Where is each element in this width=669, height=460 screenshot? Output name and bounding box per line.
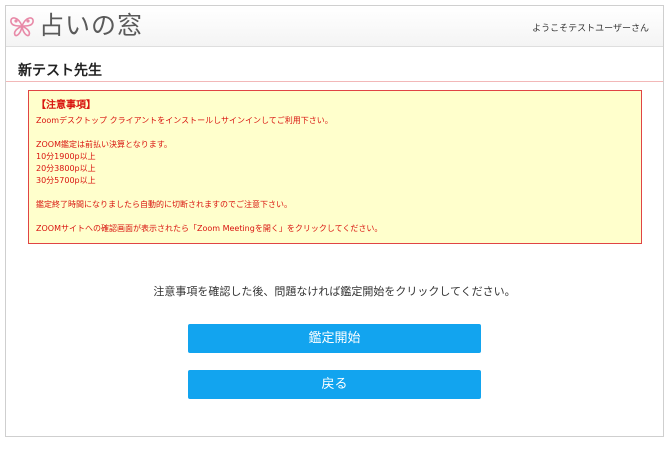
title-divider <box>6 81 663 82</box>
notice-line: 鑑定終了時間になりましたら自動的に切断されますのでご注意下さい。 <box>36 200 292 209</box>
back-button[interactable]: 戻る <box>188 370 481 399</box>
butterfly-icon <box>9 14 35 38</box>
welcome-message: ようこそテストユーザーさん <box>532 24 649 34</box>
notice-line: 30分5700p以上 <box>36 176 96 185</box>
notice-line: Zoomデスクトップ クライアントをインストールしサインインしてご利用下さい。 <box>36 116 333 125</box>
logo-text: 占いの窓 <box>39 11 144 40</box>
notice-line: 20分3800p以上 <box>36 164 96 173</box>
notice-line: ZOOMサイトへの確認画面が表示されたら「Zoom Meetingを開く」をクリ… <box>36 224 383 233</box>
notice-line <box>36 211 641 223</box>
instruction-text: 注意事項を確認した後、問題なければ鑑定開始をクリックしてください。 <box>153 285 516 298</box>
start-reading-button[interactable]: 鑑定開始 <box>188 324 481 353</box>
site-logo[interactable]: 占いの窓 <box>9 11 143 41</box>
site-header: 占いの窓 ようこそテストユーザーさん <box>6 6 663 47</box>
page-title: 新テスト先生 <box>18 63 102 79</box>
page-frame: 占いの窓 ようこそテストユーザーさん 新テスト先生 【注意事項】 Zoomデスク… <box>5 5 664 437</box>
notice-line: 10分1900p以上 <box>36 152 96 161</box>
notice-line: ZOOM鑑定は前払い決算となります。 <box>36 140 172 149</box>
notice-line <box>36 187 641 199</box>
notice-heading: 【注意事項】 <box>36 100 96 111</box>
notice-box: 【注意事項】 Zoomデスクトップ クライアントをインストールしサインインしてご… <box>28 90 642 244</box>
notice-line <box>36 127 641 139</box>
